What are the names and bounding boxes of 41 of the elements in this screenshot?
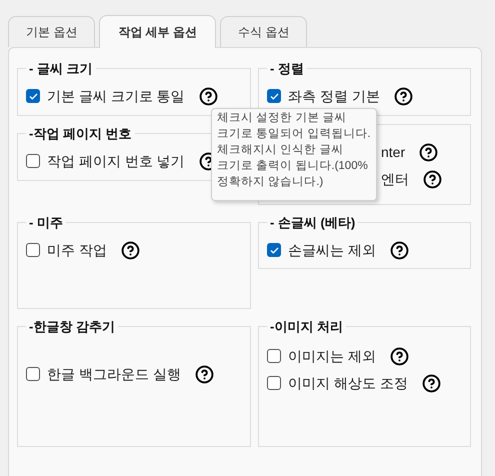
option-label: 이미지는 제외 [288, 346, 376, 366]
group-title: -이미지 처리 [269, 318, 344, 336]
option-label: 좌측 정렬 기본 [288, 86, 380, 106]
group-title: -작업 페이지 번호 [28, 125, 133, 143]
help-icon[interactable] [194, 364, 214, 384]
checkbox[interactable] [267, 89, 281, 103]
checkmark-icon [28, 92, 38, 100]
tab[interactable]: 작업 세부 옵션 [99, 15, 216, 48]
group-title: - 글씨 크기 [28, 60, 94, 78]
help-icon[interactable] [423, 170, 442, 189]
group-title: -한글창 감추기 [28, 318, 116, 336]
help-icon[interactable] [422, 374, 441, 392]
help-icon[interactable] [198, 86, 218, 106]
checkbox[interactable] [267, 243, 281, 257]
option-label: 이미지 해상도 조정 [288, 374, 408, 392]
group-title: - 손글씨 (베타) [269, 214, 356, 232]
option-label: nter [381, 143, 406, 162]
option-label: 엔터 [381, 170, 409, 189]
checkbox[interactable] [267, 349, 281, 363]
tab[interactable]: 기본 옵션 [8, 16, 96, 47]
checkbox[interactable] [267, 376, 281, 390]
option-label: 손글씨는 제외 [288, 240, 376, 260]
group-title: - 정렬 [269, 60, 305, 78]
help-icon[interactable] [390, 240, 409, 260]
checkbox[interactable] [26, 154, 40, 168]
option-label: 한글 백그라운드 실행 [47, 364, 181, 384]
tooltip-text: 체크시 설정한 기본 글씨 크기로 통일되어 입력됩니다. 체크해지시 인식한 글씨 크기로 출력이 됩니다.(100% 정확하지 않습니다.) [217, 111, 371, 190]
option-label: 미주 작업 [47, 240, 107, 260]
help-icon[interactable] [394, 86, 413, 106]
group-title: - 미주 [28, 214, 64, 232]
help-icon[interactable] [419, 143, 438, 162]
checkmark-icon [270, 92, 278, 100]
help-icon[interactable] [390, 346, 409, 366]
tab[interactable]: 수식 옵션 [220, 16, 308, 47]
checkbox[interactable] [26, 243, 40, 257]
checkbox[interactable] [26, 367, 40, 381]
help-icon[interactable] [120, 240, 140, 260]
checkmark-icon [270, 246, 278, 254]
checkbox[interactable] [26, 89, 40, 103]
option-label: 작업 페이지 번호 넣기 [47, 152, 185, 170]
option-label: 기본 글씨 크기로 통일 [47, 86, 185, 106]
